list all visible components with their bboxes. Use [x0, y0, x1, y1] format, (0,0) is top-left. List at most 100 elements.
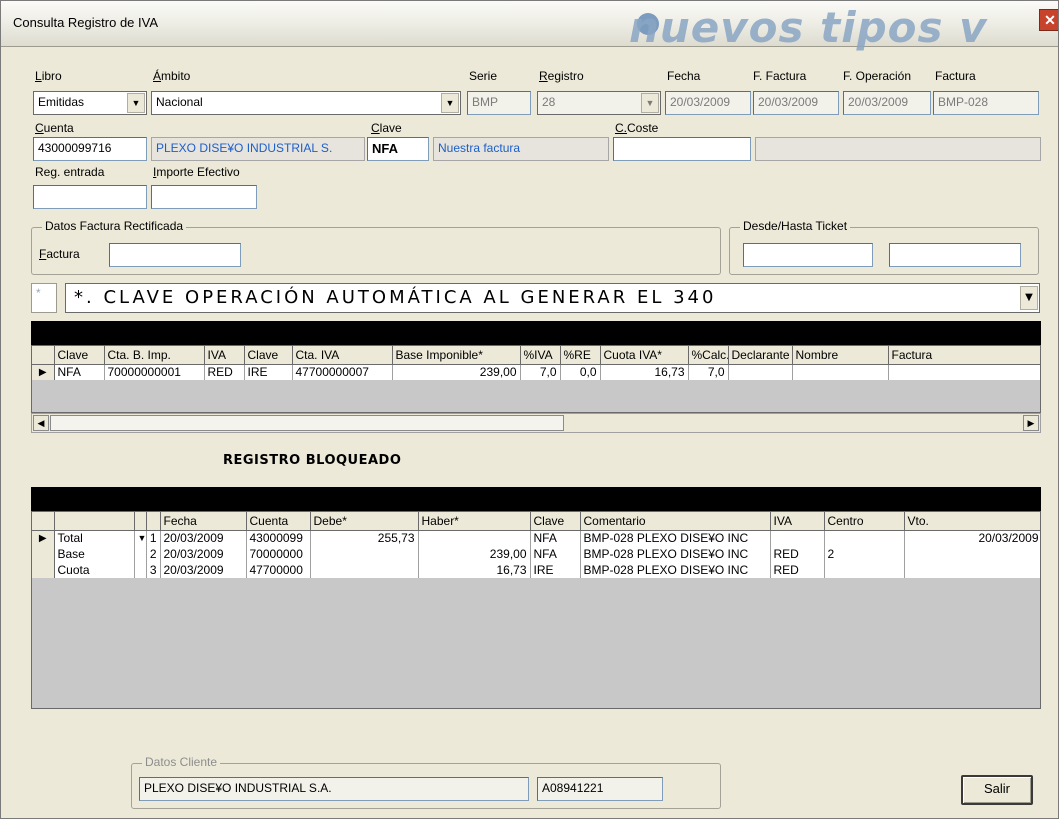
chevron-down-icon[interactable]: ▼ [441, 93, 459, 113]
chevron-down-icon[interactable]: ▼ [134, 530, 147, 546]
table-row[interactable]: Cuota 3 20/03/2009 47700000 16,73 IRE BMP-028 … [32, 562, 1040, 578]
iva-column-header[interactable]: %Calc. [688, 346, 729, 365]
asiento-column-header[interactable]: Centro [824, 512, 905, 531]
table-cell[interactable]: 3 [146, 562, 161, 578]
table-cell[interactable]: 20/03/2009 [160, 562, 247, 578]
asiento-column-header[interactable] [146, 512, 161, 531]
asiento-column-header[interactable]: Comentario [580, 512, 771, 531]
table-cell[interactable]: 70000000001 [104, 364, 205, 380]
clave-operacion-select[interactable]: *. CLAVE OPERACIÓN AUTOMÁTICA AL GENERAR… [65, 283, 1040, 313]
table-cell[interactable] [824, 530, 905, 546]
table-cell[interactable] [888, 364, 1040, 380]
table-cell[interactable]: 1 [146, 530, 161, 546]
chevron-down-icon[interactable]: ▼ [641, 93, 659, 113]
table-cell[interactable] [792, 364, 889, 380]
table-cell[interactable]: RED [770, 546, 825, 562]
registro-select[interactable]: 28 ▼ [537, 91, 661, 115]
asiento-column-header[interactable]: Vto. [904, 512, 1040, 531]
iva-column-header[interactable]: Clave [54, 346, 105, 365]
table-cell[interactable]: 7,0 [520, 364, 561, 380]
asiento-column-header[interactable]: Fecha [160, 512, 247, 531]
table-cell[interactable]: 239,00 [392, 364, 521, 380]
iva-grid[interactable]: Clave Cta. B. Imp. IVA Clave Cta. IVA Base Im… [31, 345, 1041, 413]
asiento-column-header[interactable]: Debe* [310, 512, 419, 531]
table-cell[interactable]: 70000000 [246, 546, 311, 562]
table-cell[interactable] [904, 546, 1040, 562]
scroll-left-icon[interactable]: ◀ [33, 415, 49, 431]
iva-grid-hscrollbar[interactable]: ◀ ▶ [31, 413, 1041, 433]
table-cell[interactable]: 16,73 [418, 562, 531, 578]
salir-button[interactable]: Salir [961, 775, 1033, 805]
iva-column-header[interactable]: %RE [560, 346, 601, 365]
table-cell[interactable]: BMP-028 PLEXO DISE¥O INC [580, 530, 771, 546]
f-operacion-field[interactable]: 20/03/2009 [843, 91, 931, 115]
ambito-select[interactable]: Nacional ▼ [151, 91, 461, 115]
clave-field[interactable]: NFA [367, 137, 429, 161]
close-button[interactable]: ✕ [1039, 9, 1058, 31]
table-cell[interactable]: IRE [244, 364, 293, 380]
asiento-column-header[interactable]: IVA [770, 512, 825, 531]
table-cell[interactable]: 16,73 [600, 364, 689, 380]
iva-column-header[interactable]: Declarante [728, 346, 793, 365]
iva-column-header[interactable]: Cuota IVA* [600, 346, 689, 365]
ticket-hasta-field[interactable] [889, 243, 1021, 267]
chevron-down-icon[interactable]: ▼ [1020, 286, 1038, 310]
table-cell[interactable]: 0,0 [560, 364, 601, 380]
table-cell[interactable]: 2 [824, 546, 905, 562]
table-cell[interactable]: 20/03/2009 [904, 530, 1040, 546]
table-cell[interactable]: NFA [54, 364, 105, 380]
libro-select[interactable]: Emitidas ▼ [33, 91, 147, 115]
table-cell[interactable] [310, 546, 419, 562]
table-cell[interactable]: RED [204, 364, 245, 380]
iva-column-header[interactable]: Base Imponible* [392, 346, 521, 365]
fecha-field[interactable]: 20/03/2009 [665, 91, 751, 115]
reg-entrada-field[interactable] [33, 185, 147, 209]
table-cell[interactable] [728, 364, 793, 380]
scroll-thumb[interactable] [50, 415, 564, 431]
table-cell[interactable]: NFA [530, 530, 581, 546]
table-row[interactable]: ▶ Total ▼ 1 20/03/2009 43000099 255,73 NFA BMP-0… [32, 530, 1040, 546]
serie-field[interactable]: BMP [467, 91, 531, 115]
importe-efectivo-field[interactable] [151, 185, 257, 209]
table-cell[interactable] [770, 530, 825, 546]
table-cell[interactable]: 47700000 [246, 562, 311, 578]
table-row[interactable]: ▶ NFA 70000000001 RED IRE 47700000007 239,00 7,… [32, 364, 1040, 380]
table-cell[interactable]: 43000099 [246, 530, 311, 546]
chevron-down-icon[interactable]: ▼ [127, 93, 145, 113]
factura-field[interactable]: BMP-028 [933, 91, 1039, 115]
asiento-column-header[interactable]: Cuenta [246, 512, 311, 531]
f-factura-field[interactable]: 20/03/2009 [753, 91, 839, 115]
table-cell[interactable] [904, 562, 1040, 578]
asiento-grid[interactable]: Fecha Cuenta Debe* Haber* Clave Comentario IVA… [31, 511, 1041, 709]
operacion-code-box[interactable]: * [31, 283, 57, 313]
table-cell[interactable]: BMP-028 PLEXO DISE¥O INC [580, 546, 771, 562]
table-cell[interactable]: NFA [530, 546, 581, 562]
cuenta-field[interactable]: 43000099716 [33, 137, 147, 161]
table-cell[interactable]: Base [54, 546, 135, 562]
table-cell[interactable]: 20/03/2009 [160, 546, 247, 562]
table-cell[interactable]: IRE [530, 562, 581, 578]
table-cell[interactable]: 2 [146, 546, 161, 562]
iva-column-header[interactable]: Cta. B. Imp. [104, 346, 205, 365]
table-cell[interactable]: 239,00 [418, 546, 531, 562]
table-cell[interactable]: RED [770, 562, 825, 578]
table-cell[interactable]: Total [54, 530, 135, 546]
iva-column-header[interactable]: Clave [244, 346, 293, 365]
iva-column-header[interactable]: IVA [204, 346, 245, 365]
table-row[interactable]: Base 2 20/03/2009 70000000 239,00 NFA BMP-028 … [32, 546, 1040, 562]
rectificada-factura-field[interactable] [109, 243, 241, 267]
asiento-column-header[interactable]: Clave [530, 512, 581, 531]
iva-column-header[interactable]: Factura [888, 346, 1040, 365]
cliente-nif-field[interactable]: A08941221 [537, 777, 663, 801]
table-cell[interactable]: 47700000007 [292, 364, 393, 380]
iva-column-header[interactable]: %IVA [520, 346, 561, 365]
table-cell[interactable]: BMP-028 PLEXO DISE¥O INC [580, 562, 771, 578]
c-coste-field[interactable] [613, 137, 751, 161]
iva-column-header[interactable]: Cta. IVA [292, 346, 393, 365]
table-cell[interactable]: 20/03/2009 [160, 530, 247, 546]
table-cell[interactable] [824, 562, 905, 578]
table-cell[interactable] [418, 530, 531, 546]
table-cell[interactable]: 255,73 [310, 530, 419, 546]
asiento-column-header[interactable] [54, 512, 135, 531]
scroll-right-icon[interactable]: ▶ [1023, 415, 1039, 431]
